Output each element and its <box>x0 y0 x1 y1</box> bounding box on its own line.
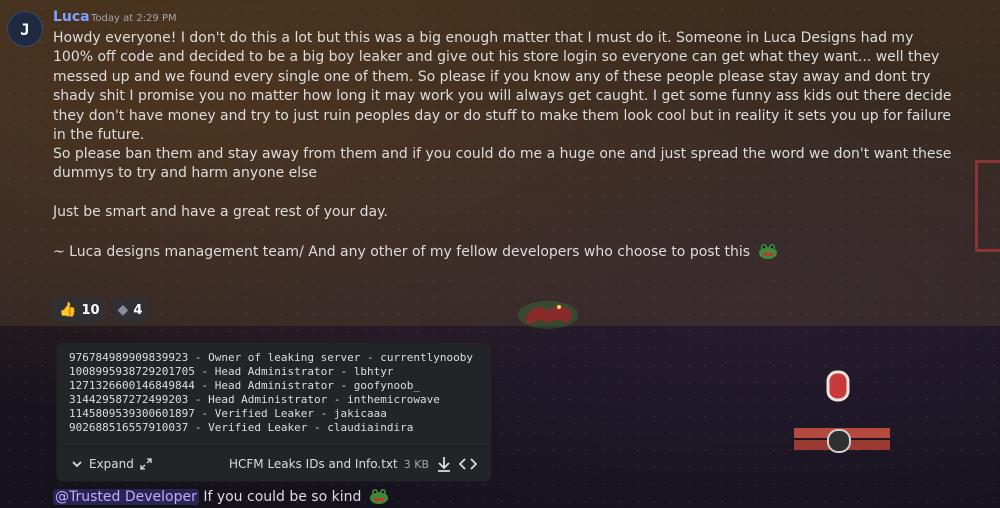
expand-label: Expand <box>89 457 134 471</box>
file-attachment: 976784989909839923 - Owner of leaking se… <box>56 342 492 482</box>
message-paragraph: Just be smart and have a great rest of y… <box>53 204 388 220</box>
avatar[interactable]: J <box>7 11 43 47</box>
dragon-sticker[interactable] <box>515 293 581 331</box>
expand-arrows-icon <box>140 458 152 470</box>
preview-line: 314429587272499203 - Head Administrator … <box>69 393 440 406</box>
next-message-text: If you could be so kind <box>203 489 362 505</box>
view-code-icon[interactable] <box>459 455 477 473</box>
preview-line: 1145809539300601897 - Verified Leaker - … <box>69 407 387 420</box>
reaction-custom-emoji[interactable]: ◆ 4 <box>111 298 149 322</box>
message-paragraph: Howdy everyone! I don't do this a lot bu… <box>53 30 952 144</box>
frog-emoji <box>758 244 777 259</box>
signoff-text: ~ Luca designs management team/ And any … <box>53 244 751 260</box>
message-paragraph: So please ban them and stay away from th… <box>53 146 952 182</box>
attachment-preview: 976784989909839923 - Owner of leaking se… <box>69 351 473 435</box>
chevron-down-icon <box>72 461 82 468</box>
timestamp: Today at 2:29 PM <box>91 13 177 24</box>
preview-line: 902688516557910037 - Verified Leaker - c… <box>69 421 414 434</box>
file-name[interactable]: HCFM Leaks IDs and Info.txt <box>229 457 398 471</box>
thumbs-up-icon: 👍 <box>59 302 77 318</box>
custom-emoji-icon: ◆ <box>117 302 129 318</box>
file-info: HCFM Leaks IDs and Info.txt 3 KB <box>229 455 477 473</box>
avatar-logo: J <box>20 19 30 39</box>
expand-button[interactable]: Expand <box>71 457 152 471</box>
attachment-footer: Expand HCFM Leaks IDs and Info.txt 3 KB <box>57 446 491 481</box>
preview-line: 1008995938729201705 - Head Administrator… <box>69 365 394 378</box>
reactions: 👍 10 ◆ 4 <box>53 298 149 322</box>
background-scenery <box>794 370 890 453</box>
username[interactable]: Luca <box>53 9 90 25</box>
reaction-count: 4 <box>133 302 143 318</box>
preview-line: 1271326600146849844 - Head Administrator… <box>69 379 420 392</box>
reaction-count: 10 <box>81 302 100 318</box>
preview-line: 976784989909839923 - Owner of leaking se… <box>69 351 473 364</box>
file-size: 3 KB <box>403 457 429 471</box>
download-icon[interactable] <box>435 455 453 473</box>
next-message: @Trusted Developer If you could be so ki… <box>53 487 389 505</box>
message-paragraph-signoff: ~ Luca designs management team/ And any … <box>53 242 953 262</box>
role-mention[interactable]: @Trusted Developer <box>53 489 199 505</box>
frog-emoji <box>369 489 388 504</box>
reaction-thumbs-up[interactable]: 👍 10 <box>53 298 106 322</box>
